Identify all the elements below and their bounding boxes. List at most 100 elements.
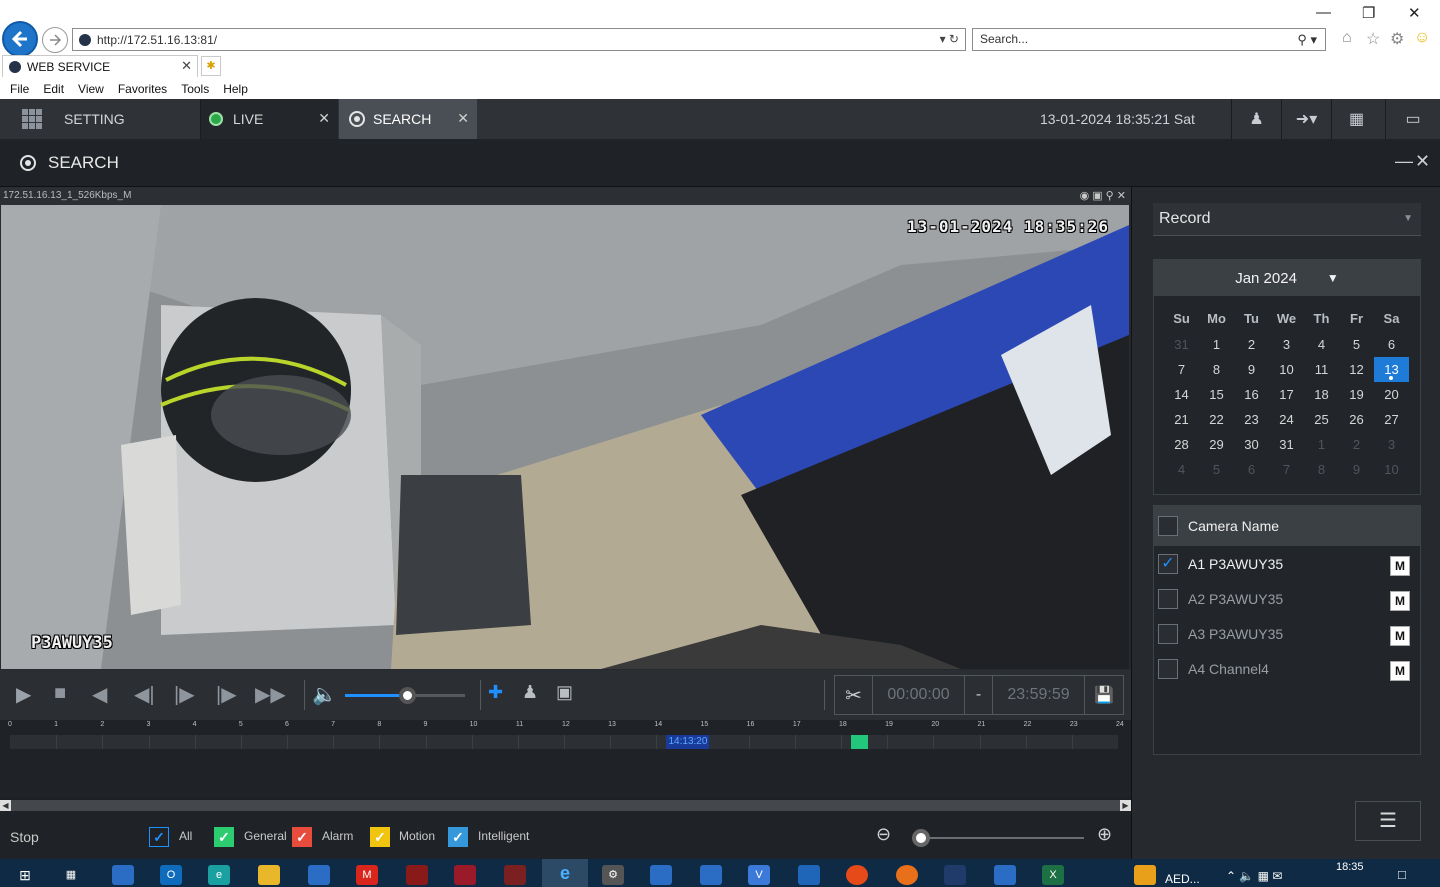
camera-checkbox[interactable] [1158, 659, 1178, 679]
store-icon[interactable] [308, 865, 330, 885]
calendar-day[interactable]: 1 [1199, 332, 1234, 357]
calendar-day[interactable]: 31 [1164, 332, 1199, 357]
video-window-controls[interactable]: ◉ ▣ ⚲ ✕ [1080, 187, 1126, 205]
calendar-day[interactable]: 19 [1339, 382, 1374, 407]
legend-motion-checkbox[interactable]: ✓ [370, 827, 390, 847]
qr-button[interactable]: ▦ [1331, 99, 1381, 139]
next-frame-icon[interactable]: |▶ [174, 682, 195, 707]
close-tab-icon[interactable]: ✕ [181, 58, 192, 74]
scroll-right-icon[interactable]: ▶ [1120, 800, 1131, 811]
menu-tools[interactable]: Tools [181, 82, 209, 96]
search-icon[interactable]: ⚲ ▾ [1297, 29, 1317, 50]
calendar-day[interactable]: 8 [1304, 457, 1339, 482]
app-icon[interactable]: V [748, 865, 770, 885]
main-stream-button[interactable]: M [1390, 626, 1410, 646]
calendar-day[interactable]: 2 [1339, 432, 1374, 457]
calendar-day[interactable]: 28 [1164, 432, 1199, 457]
gear-icon[interactable]: ⚙ [1390, 29, 1404, 49]
smart-search-icon[interactable]: ✚ [488, 682, 503, 703]
calendar-day[interactable]: 9 [1339, 457, 1374, 482]
calendar-day[interactable]: 3 [1269, 332, 1304, 357]
calendar-day[interactable]: 21 [1164, 407, 1199, 432]
stop-icon[interactable]: ■ [54, 682, 66, 705]
calendar-day[interactable]: 20 [1374, 382, 1409, 407]
zoom-knob[interactable] [912, 829, 930, 847]
calendar-day[interactable]: 4 [1164, 457, 1199, 482]
save-clip-icon[interactable]: 💾 [1085, 676, 1123, 714]
calendar-day[interactable]: 27 [1374, 407, 1409, 432]
volume-icon[interactable]: 🔈 [312, 682, 337, 707]
clip-end-time[interactable]: 23:59:59 [993, 676, 1085, 714]
previous-frame-icon[interactable]: ◀| [134, 682, 155, 707]
human-search-icon[interactable]: ♟ [522, 682, 538, 703]
main-stream-button[interactable]: M [1390, 591, 1410, 611]
back-button[interactable] [2, 21, 38, 57]
tab-setting[interactable]: SETTING [0, 99, 200, 139]
app-icon[interactable] [994, 865, 1016, 885]
calendar-day[interactable]: 18 [1304, 382, 1339, 407]
select-all-cameras-checkbox[interactable] [1158, 516, 1178, 536]
firefox-icon[interactable] [896, 865, 918, 885]
clip-start-time[interactable]: 00:00:00 [873, 676, 965, 714]
zoom-slider[interactable] [912, 829, 1084, 847]
calendar-day[interactable]: 8 [1199, 357, 1234, 382]
chrome-icon[interactable] [846, 865, 868, 885]
close-live-tab-icon[interactable]: ✕ [318, 110, 330, 127]
timeline[interactable]: 0 1 2 3 4 5 6 7 8 9 10 11 12 13 14 15 16 17 18 19 20 21 22 23 24… [0, 720, 1131, 798]
zoom-in-icon[interactable]: ⊕ [1097, 824, 1112, 845]
record-segment[interactable] [851, 735, 868, 749]
legend-intelligent-checkbox[interactable]: ✓ [448, 827, 468, 847]
camera-checkbox[interactable]: ✓ [1158, 554, 1178, 574]
app-icon[interactable] [406, 865, 428, 885]
app-icon[interactable] [1134, 865, 1156, 885]
internet-explorer-icon[interactable]: e [542, 859, 588, 887]
file-list-button[interactable]: ☰ [1355, 801, 1421, 841]
taskbar-app-label[interactable]: AED... [1165, 872, 1200, 886]
task-view-icon[interactable]: ▦ [60, 865, 82, 885]
menu-help[interactable]: Help [223, 82, 248, 96]
calendar-day[interactable]: 16 [1234, 382, 1269, 407]
camera-checkbox[interactable] [1158, 589, 1178, 609]
calendar-day[interactable]: 3 [1374, 432, 1409, 457]
user-button[interactable]: ♟ [1231, 99, 1281, 139]
forward-button[interactable] [42, 27, 68, 53]
timeline-scrollbar[interactable]: ◀ ▶ [0, 800, 1131, 811]
record-type-select[interactable]: Record ▼ [1153, 203, 1421, 236]
camera-name[interactable]: A2 P3AWUY35 [1188, 591, 1283, 607]
camera-name[interactable]: A4 Channel4 [1188, 661, 1269, 677]
legend-alarm-checkbox[interactable]: ✓ [292, 827, 312, 847]
menu-favorites[interactable]: Favorites [118, 82, 167, 96]
minimize-panel-icon[interactable]: — [1395, 151, 1413, 172]
app-icon[interactable] [944, 865, 966, 885]
calendar-day[interactable]: 7 [1164, 357, 1199, 382]
calendar-day[interactable]: 1 [1304, 432, 1339, 457]
calendar-day[interactable]: 26 [1339, 407, 1374, 432]
app-icon[interactable] [504, 865, 526, 885]
calendar-day[interactable]: 2 [1234, 332, 1269, 357]
calendar-day[interactable]: 14 [1164, 382, 1199, 407]
file-explorer-icon[interactable] [258, 865, 280, 885]
app-icon[interactable] [454, 865, 476, 885]
calendar-day[interactable]: 5 [1339, 332, 1374, 357]
smiley-icon[interactable]: ☺ [1414, 29, 1430, 47]
settings-icon[interactable]: ⚙ [602, 865, 624, 885]
logout-button[interactable]: ➜▾ [1281, 99, 1331, 139]
camera-checkbox[interactable] [1158, 624, 1178, 644]
app-icon[interactable] [650, 865, 672, 885]
calendar-day[interactable]: 29 [1199, 432, 1234, 457]
favorites-icon[interactable]: ☆ [1366, 29, 1380, 49]
calendar-day[interactable]: 6 [1374, 332, 1409, 357]
calendar-day[interactable]: 13 [1374, 357, 1409, 382]
tray-icons[interactable]: ⌃ 🔈 ▦ ✉ [1226, 869, 1282, 883]
app-icon[interactable] [798, 865, 820, 885]
menu-edit[interactable]: Edit [43, 82, 64, 96]
close-panel-icon[interactable]: ✕ [1415, 151, 1430, 172]
windows-start-icon[interactable]: ⊞ [14, 865, 36, 885]
app-icon[interactable] [112, 865, 134, 885]
calendar-day[interactable]: 6 [1234, 457, 1269, 482]
volume-slider[interactable] [345, 687, 465, 704]
video-frame[interactable]: 13-01-2024 18:35:26 P3AWUY35 [1, 205, 1129, 669]
slow-play-icon[interactable]: |▶ [216, 682, 237, 707]
main-stream-button[interactable]: M [1390, 556, 1410, 576]
calendar-day[interactable]: 10 [1374, 457, 1409, 482]
